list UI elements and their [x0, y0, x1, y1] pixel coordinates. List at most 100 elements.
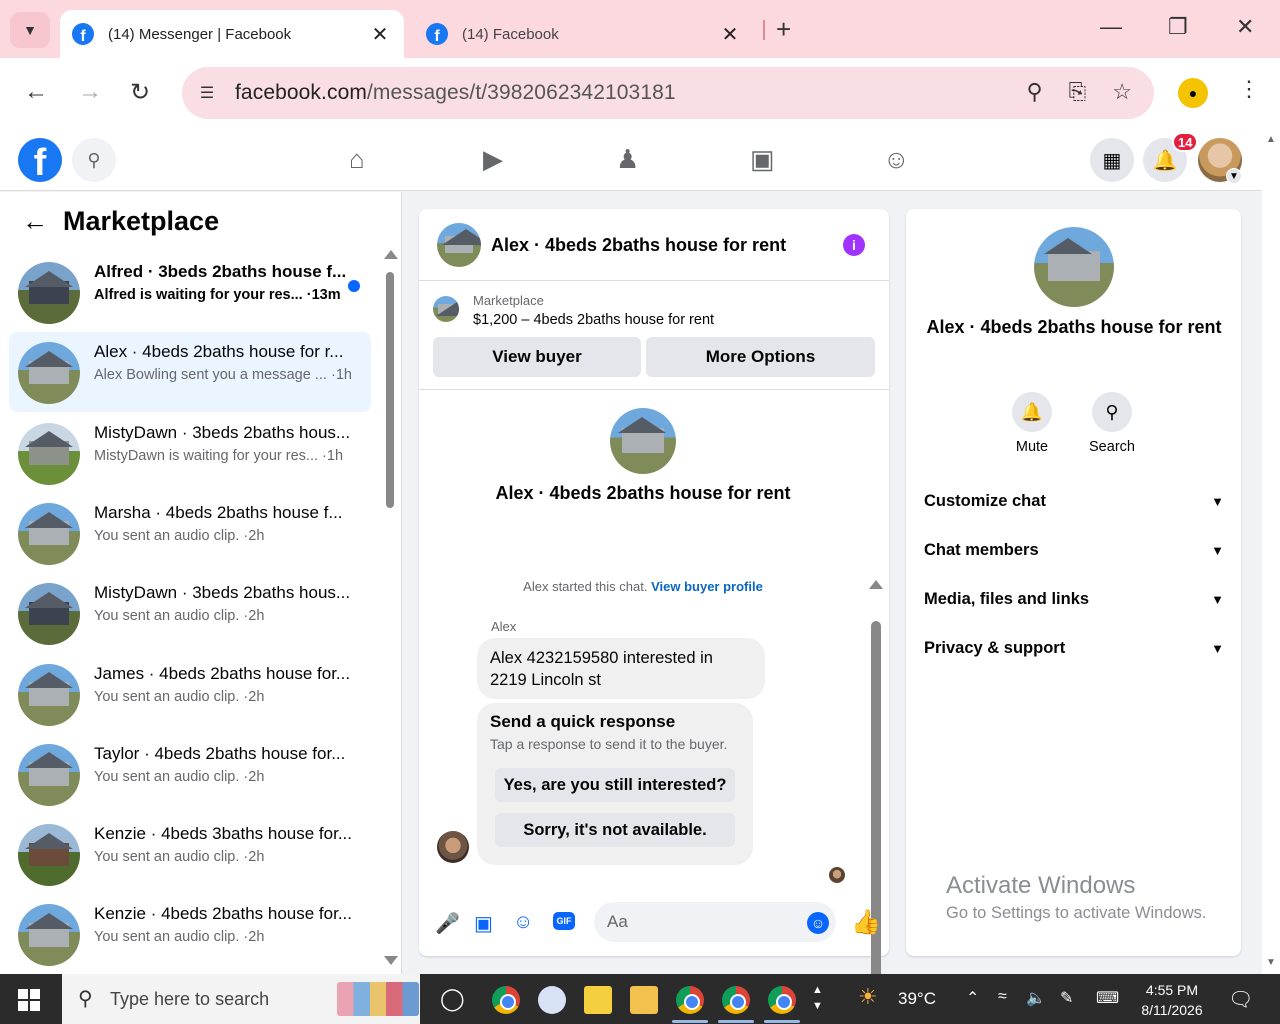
conversation-item[interactable]: MistyDawn · 3beds 2baths hous... MistyDaw…: [9, 413, 371, 493]
tab-search-button[interactable]: ▼: [10, 12, 50, 48]
hidden-icons-chevron-icon[interactable]: ⌃: [966, 988, 979, 1008]
taskbar-search-box[interactable]: ⚲ Type here to search: [62, 974, 420, 1024]
new-tab-icon[interactable]: +: [776, 14, 791, 45]
sender-avatar[interactable]: [437, 831, 469, 863]
conversation-item[interactable]: Marsha · 4beds 2baths house f... You sent…: [9, 493, 371, 573]
view-buyer-profile-link[interactable]: View buyer profile: [651, 579, 763, 594]
keyboard-icon[interactable]: ⌨: [1096, 988, 1119, 1008]
chat-scrollbar-thumb[interactable]: [871, 621, 881, 1024]
intro-avatar: [610, 408, 676, 474]
groups-icon[interactable]: ☺: [883, 144, 910, 175]
taskbar-clock[interactable]: 4:55 PM 8/11/2026: [1130, 980, 1214, 1020]
facebook-search-icon[interactable]: ⚲: [72, 138, 116, 182]
file-explorer-icon[interactable]: [630, 986, 658, 1014]
menu-grid-icon[interactable]: ▦: [1090, 138, 1134, 182]
quick-reply-sorry-button[interactable]: Sorry, it's not available.: [495, 813, 735, 847]
emoji-icon[interactable]: ☺: [807, 912, 829, 934]
chevron-down-icon: ▼: [1211, 542, 1224, 558]
sticker-icon[interactable]: ☺: [513, 911, 533, 934]
section-privacy-support[interactable]: Privacy & support ▼: [924, 628, 1224, 668]
home-icon[interactable]: ⌂: [349, 144, 365, 175]
chrome-app-icon[interactable]: [492, 986, 520, 1014]
gif-icon[interactable]: GIF: [553, 912, 575, 930]
minimize-icon[interactable]: —: [1100, 14, 1122, 40]
browser-menu-icon[interactable]: ⋮: [1238, 76, 1260, 102]
conversation-item[interactable]: Alfred · 3beds 2baths house f... Alfred i…: [9, 252, 371, 332]
chrome-app-icon[interactable]: [768, 986, 796, 1014]
chrome-app-icon[interactable]: [676, 986, 704, 1014]
chat-started-notice: Alex started this chat. View buyer profi…: [419, 579, 867, 594]
site-info-icon[interactable]: ☰: [190, 76, 224, 110]
browser-profile-icon[interactable]: ●: [1178, 78, 1208, 108]
message-bubble[interactable]: Alex 4232159580 interested in 2219 Linco…: [477, 638, 765, 699]
forward-icon[interactable]: →: [78, 78, 102, 106]
reload-icon[interactable]: ↻: [130, 78, 150, 107]
account-chevron-icon[interactable]: ▼: [1226, 168, 1242, 184]
pen-icon[interactable]: ✎: [1060, 988, 1073, 1008]
section-chat-members[interactable]: Chat members ▼: [924, 530, 1224, 570]
view-buyer-button[interactable]: View buyer: [433, 337, 641, 377]
tab-messenger[interactable]: f (14) Messenger | Facebook ✕: [60, 10, 404, 58]
chat-title[interactable]: Alex · 4beds 2baths house for rent: [491, 235, 786, 256]
listing-title[interactable]: $1,200 – 4beds 2baths house for rent: [473, 312, 714, 328]
taskbar-scroll-icon[interactable]: ▲ ▼: [812, 982, 823, 1014]
photo-icon[interactable]: ▣: [474, 911, 493, 936]
volume-icon[interactable]: 🔈: [1026, 988, 1046, 1008]
marketplace-icon[interactable]: ▣: [750, 144, 775, 175]
list-scroll-down-icon[interactable]: [384, 956, 398, 965]
back-icon[interactable]: ←: [24, 78, 48, 106]
friends-icon[interactable]: ♟: [616, 144, 639, 175]
install-app-icon[interactable]: ⎘: [1069, 79, 1087, 105]
scroll-down-icon[interactable]: ▼: [1266, 957, 1276, 968]
notification-center-icon[interactable]: 🗨: [1228, 987, 1253, 1012]
restore-icon[interactable]: ❐: [1168, 14, 1188, 40]
list-scroll-up-icon[interactable]: [384, 250, 398, 259]
more-options-button[interactable]: More Options: [646, 337, 875, 377]
conversation-item[interactable]: Kenzie · 4beds 2baths house for... You se…: [9, 894, 371, 974]
preview-text: Alex Bowling sent you a message ...: [94, 367, 327, 384]
zoom-icon[interactable]: ⚲: [1027, 79, 1043, 105]
app-icon[interactable]: [538, 986, 566, 1014]
wifi-icon[interactable]: ≈: [998, 988, 1007, 1006]
thumbs-up-icon[interactable]: 👍: [851, 908, 881, 937]
conversation-item[interactable]: James · 4beds 2baths house for... You sen…: [9, 654, 371, 734]
scroll-up-icon[interactable]: ▲: [1266, 134, 1276, 145]
info-icon[interactable]: i: [843, 234, 865, 256]
weather-temp[interactable]: 39°C: [898, 989, 936, 1009]
section-media-files-links[interactable]: Media, files and links ▼: [924, 579, 1224, 619]
conversation-item[interactable]: MistyDawn · 3beds 2baths hous... You sent…: [9, 573, 371, 653]
task-view-icon[interactable]: ◯: [440, 986, 465, 1012]
bookmark-star-icon[interactable]: ☆: [1112, 79, 1132, 105]
search-in-chat-button[interactable]: ⚲ Search: [1072, 392, 1152, 455]
back-arrow-icon[interactable]: ←: [22, 206, 48, 237]
windows-start-icon[interactable]: [18, 989, 40, 1011]
tab-close-icon[interactable]: ✕: [718, 22, 742, 47]
listing-thumbnail[interactable]: [433, 296, 459, 322]
close-window-icon[interactable]: ✕: [1236, 14, 1254, 40]
chat-info-panel: Alex · 4beds 2baths house for rent 🔔 Mut…: [906, 209, 1241, 956]
mute-button[interactable]: 🔔 Mute: [992, 392, 1072, 455]
section-customize-chat[interactable]: Customize chat ▼: [924, 481, 1224, 521]
message-input[interactable]: [594, 902, 836, 942]
quick-reply-yes-button[interactable]: Yes, are you still interested?: [495, 768, 735, 802]
conversation-item[interactable]: Taylor · 4beds 2baths house for... You se…: [9, 734, 371, 814]
sticky-notes-icon[interactable]: [584, 986, 612, 1014]
tab-title: (14) Facebook: [462, 25, 559, 43]
microphone-icon[interactable]: 🎤: [435, 911, 460, 936]
chrome-app-icon[interactable]: [722, 986, 750, 1014]
video-icon[interactable]: ▶: [483, 144, 503, 175]
facebook-logo-icon[interactable]: f: [18, 138, 62, 182]
conversation-item[interactable]: Kenzie · 4beds 3baths house for... You se…: [9, 814, 371, 894]
list-scrollbar-thumb[interactable]: [386, 272, 394, 508]
weather-icon[interactable]: ☀: [858, 984, 878, 1010]
page-scrollbar[interactable]: ▲ ▼: [1262, 128, 1280, 974]
tab-close-icon[interactable]: ✕: [368, 22, 392, 47]
search-label: Search: [1089, 439, 1135, 455]
address-bar[interactable]: ☰ facebook.com/messages/t/39820623421031…: [182, 67, 1154, 119]
conversation-preview: MistyDawn is waiting for your res... ·1h: [94, 448, 354, 464]
chat-scroll-up-icon[interactable]: [869, 580, 883, 589]
tab-facebook[interactable]: f (14) Facebook ✕: [414, 10, 754, 58]
chat-avatar[interactable]: [437, 223, 481, 267]
url-text[interactable]: facebook.com/messages/t/3982062342103181: [235, 81, 676, 105]
conversation-item[interactable]: Alex · 4beds 2baths house for r... Alex B…: [9, 332, 371, 413]
